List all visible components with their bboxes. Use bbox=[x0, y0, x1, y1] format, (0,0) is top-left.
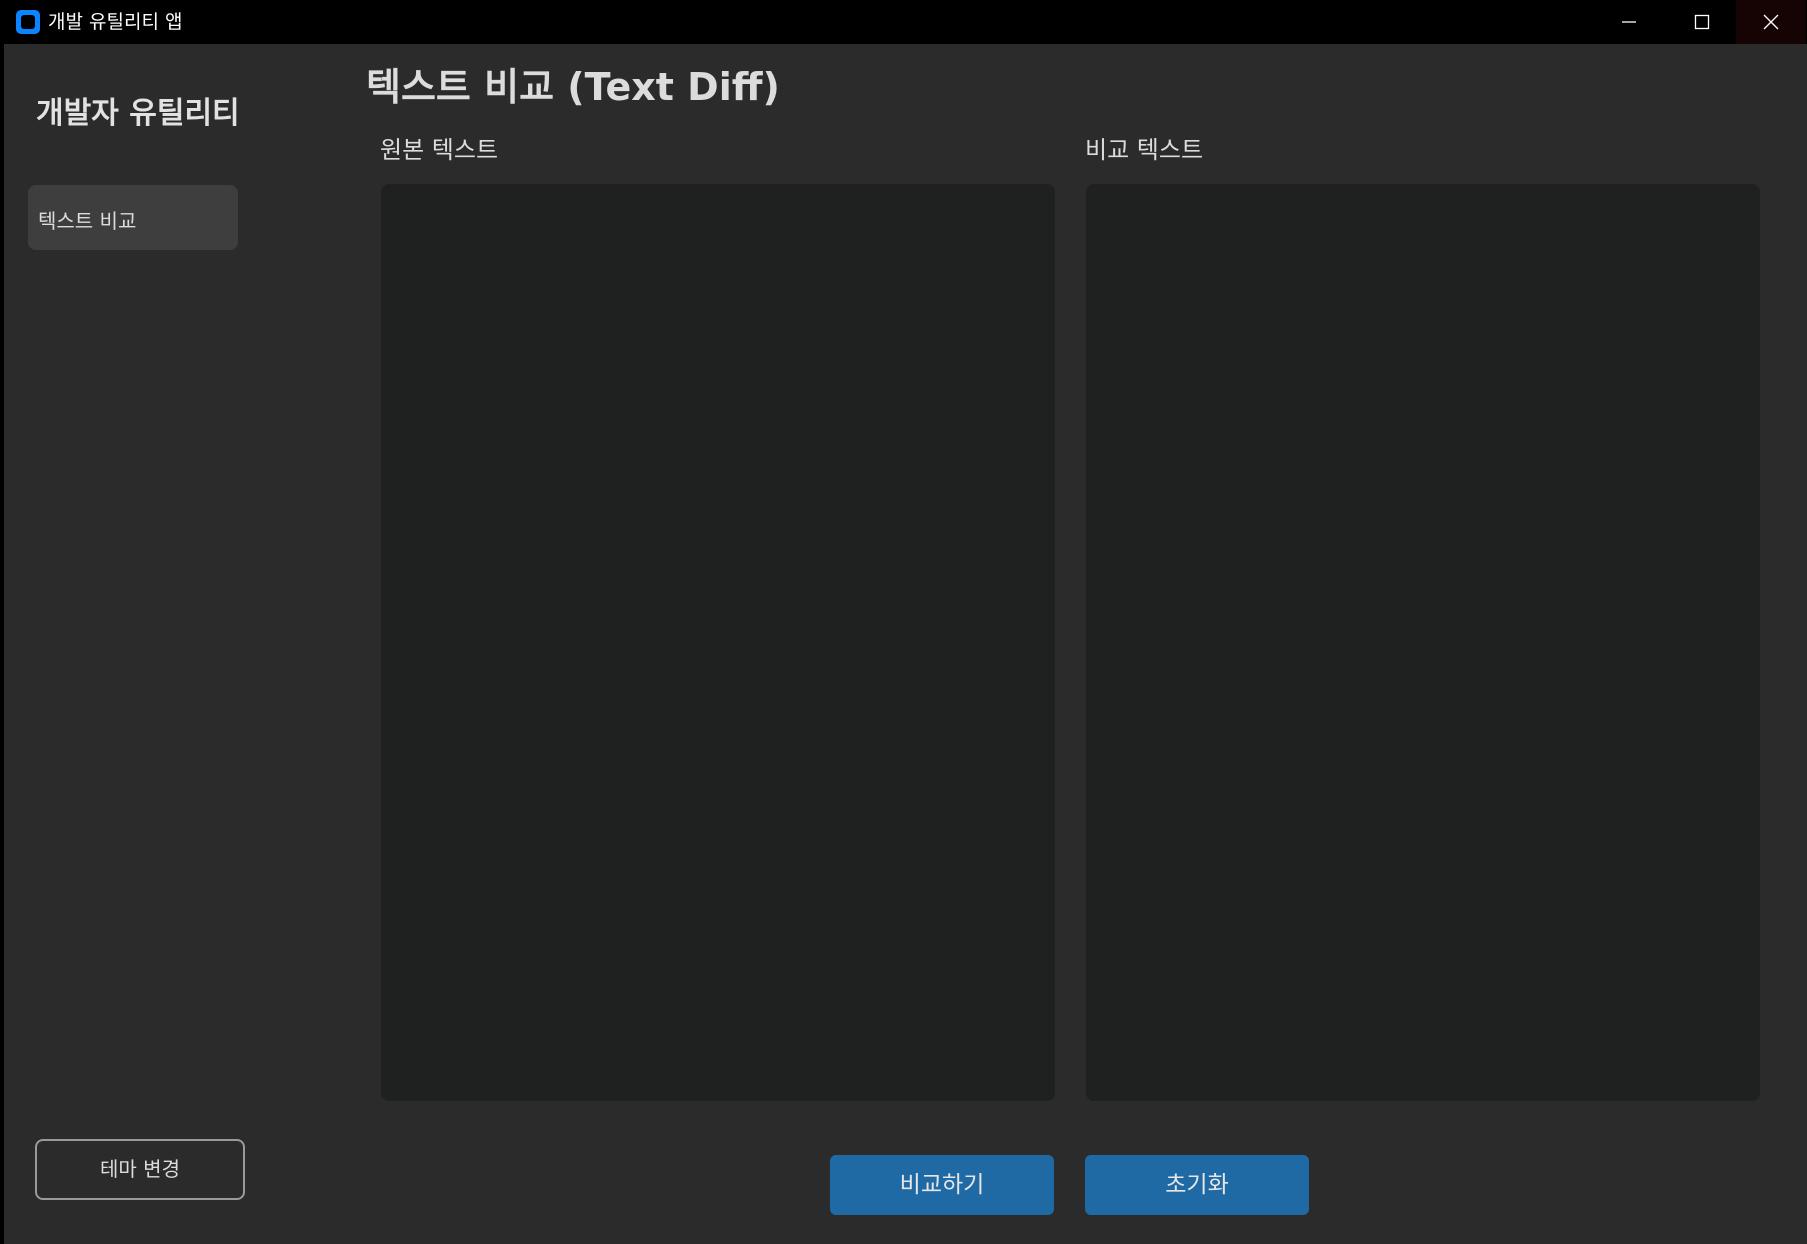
sidebar-title: 개발자 유틸리티 bbox=[36, 96, 240, 131]
minimize-icon bbox=[1622, 21, 1636, 23]
theme-toggle-button[interactable]: 테마 변경 bbox=[35, 1139, 245, 1200]
close-button[interactable] bbox=[1736, 0, 1806, 44]
original-text-label: 원본 텍스트 bbox=[380, 136, 499, 164]
compare-text-label: 비교 텍스트 bbox=[1085, 136, 1204, 164]
reset-button[interactable]: 초기화 bbox=[1085, 1155, 1309, 1215]
compare-button[interactable]: 비교하기 bbox=[830, 1155, 1054, 1215]
compare-text-input[interactable] bbox=[1086, 184, 1760, 1101]
original-text-input[interactable] bbox=[381, 184, 1055, 1101]
app-icon bbox=[16, 10, 40, 34]
maximize-button[interactable] bbox=[1667, 0, 1737, 44]
sidebar-item-text-diff[interactable]: 텍스트 비교 bbox=[28, 185, 238, 250]
minimize-button[interactable] bbox=[1594, 0, 1664, 44]
page-title: 텍스트 비교 (Text Diff) bbox=[366, 65, 780, 109]
window-title: 개발 유틸리티 앱 bbox=[48, 11, 183, 33]
title-bar[interactable]: 개발 유틸리티 앱 bbox=[4, 0, 1807, 44]
app-window: 개발 유틸리티 앱 개발자 유틸리티 텍스트 비교 테마 변경 텍스트 비교 (… bbox=[4, 0, 1807, 1244]
maximize-icon bbox=[1694, 14, 1710, 30]
close-icon bbox=[1763, 14, 1779, 30]
sidebar-item-label: 텍스트 비교 bbox=[38, 209, 137, 233]
